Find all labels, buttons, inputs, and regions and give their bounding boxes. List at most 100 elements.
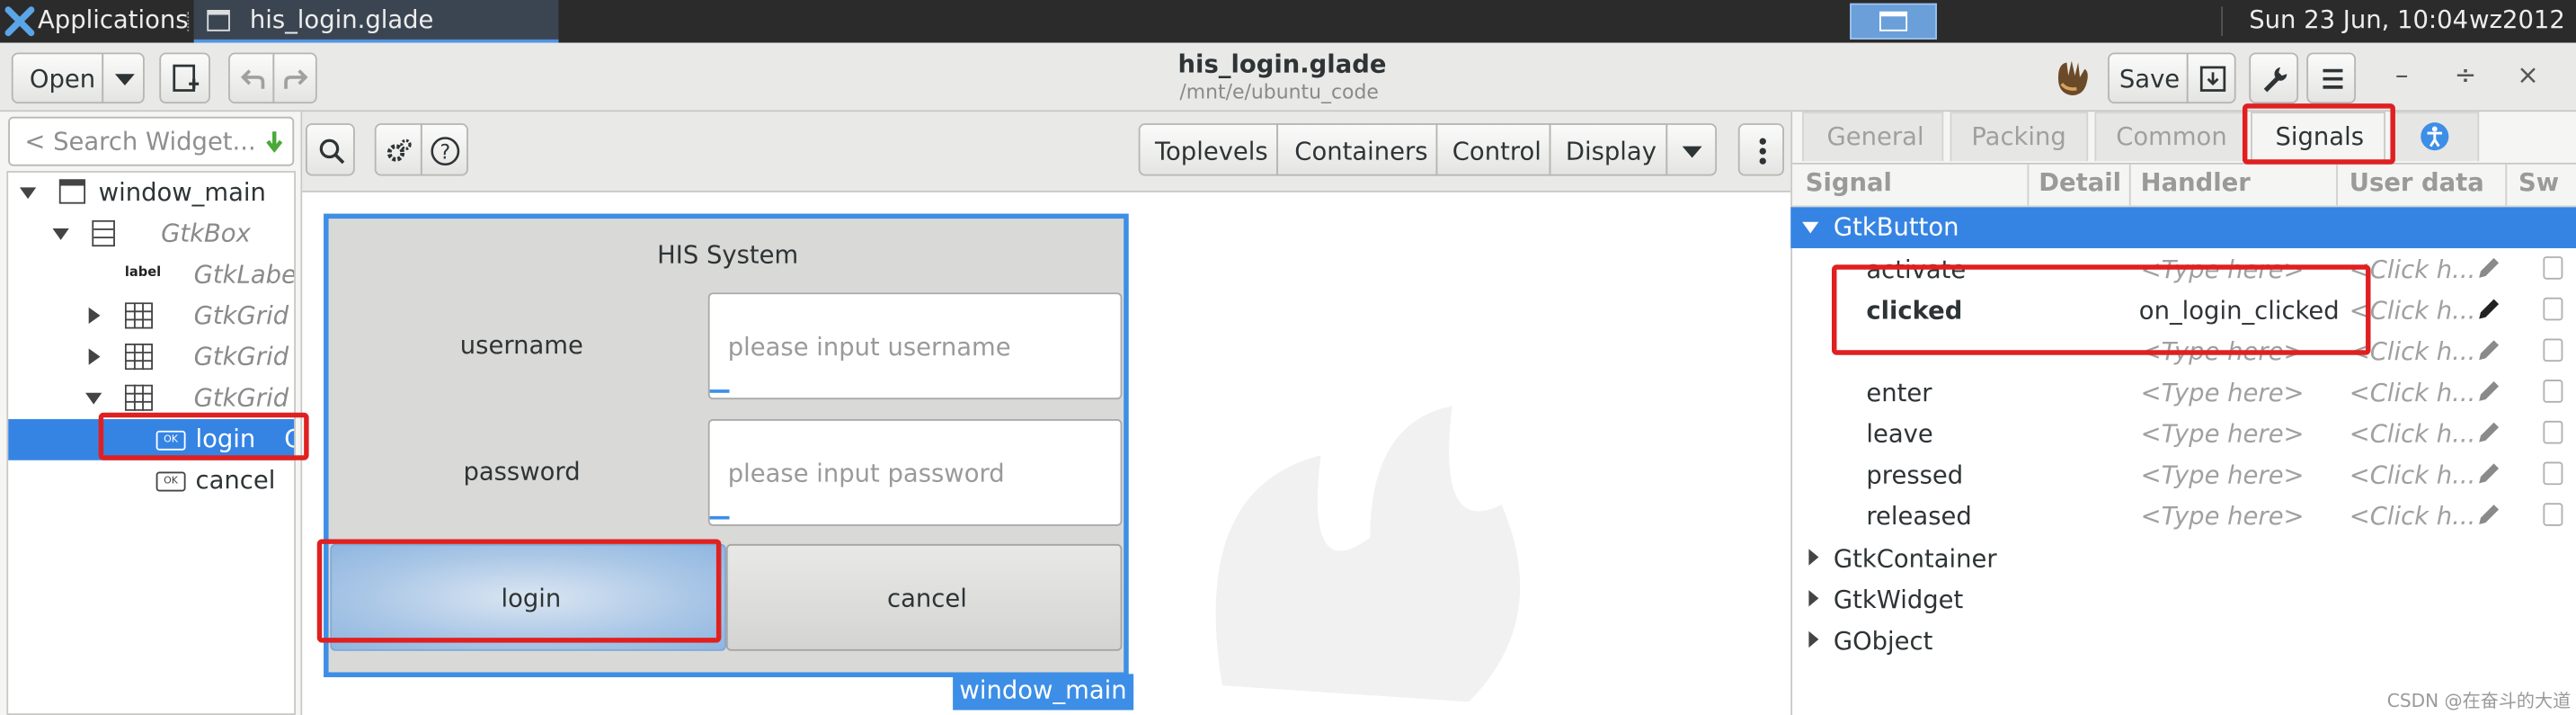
password-input[interactable]: please input password bbox=[728, 459, 1005, 488]
edit-pencil-icon[interactable] bbox=[2475, 419, 2501, 445]
minimize-icon[interactable]: – bbox=[2395, 59, 2409, 91]
tree-row-gtklabel[interactable]: label GtkLabe bbox=[8, 255, 294, 296]
redo-button[interactable] bbox=[272, 52, 317, 104]
search-widget-input[interactable]: < Search Widget... bbox=[24, 127, 255, 156]
username-label: username bbox=[459, 330, 583, 361]
inspect-button[interactable] bbox=[305, 123, 355, 176]
arrow-down-icon bbox=[266, 131, 283, 153]
username-entry[interactable]: please input username bbox=[707, 292, 1123, 400]
save-as-button[interactable] bbox=[2186, 52, 2236, 104]
open-recent-dropdown[interactable] bbox=[102, 52, 145, 104]
handler-field[interactable]: <Type here> bbox=[2141, 460, 2305, 490]
swap-checkbox[interactable] bbox=[2543, 420, 2563, 444]
tab-general[interactable]: General bbox=[1802, 112, 1944, 162]
label-icon: label bbox=[124, 264, 162, 280]
preferences-button[interactable] bbox=[2249, 52, 2299, 104]
cancel-button[interactable]: cancel bbox=[725, 543, 1123, 651]
palette-label: Toplevels bbox=[1154, 136, 1268, 166]
cancel-button-label: cancel bbox=[887, 583, 967, 613]
signal-row[interactable]: released <Type here> <Click h... bbox=[1790, 495, 2576, 536]
palette-containers[interactable]: Containers bbox=[1276, 123, 1438, 176]
username-input[interactable]: please input username bbox=[728, 332, 1011, 362]
signal-row[interactable]: leave <Type here> <Click h... bbox=[1790, 413, 2576, 454]
wrench-icon bbox=[2263, 67, 2287, 93]
signal-group-gtkwidget[interactable]: GtkWidget bbox=[1790, 578, 2576, 620]
signal-group-gobject[interactable]: GObject bbox=[1790, 620, 2576, 661]
edit-pencil-icon[interactable] bbox=[2475, 255, 2501, 281]
swap-checkbox[interactable] bbox=[2543, 297, 2563, 321]
glade-watermark-icon bbox=[1215, 406, 1521, 702]
tree-row-window-main[interactable]: window_main bbox=[8, 173, 294, 214]
group-label: GtkWidget bbox=[1833, 585, 1964, 615]
hamburger-icon bbox=[2323, 68, 2343, 89]
tree-row-gtkbox[interactable]: GtkBox bbox=[8, 214, 294, 255]
grid-icon bbox=[124, 343, 153, 371]
maximize-icon[interactable]: ÷ bbox=[2455, 59, 2477, 91]
tree-label: window_main bbox=[98, 177, 266, 208]
undo-button[interactable] bbox=[228, 52, 275, 104]
tab-accessibility[interactable] bbox=[2390, 112, 2480, 162]
column-handler[interactable]: Handler bbox=[2141, 167, 2251, 197]
signal-row[interactable]: pressed <Type here> <Click h... bbox=[1790, 453, 2576, 495]
group-label: GObject bbox=[1833, 626, 1933, 657]
handler-field[interactable]: <Type here> bbox=[2141, 378, 2305, 407]
new-project-button[interactable] bbox=[159, 52, 210, 104]
expander-collapsed-icon bbox=[88, 348, 101, 365]
text-cursor bbox=[709, 389, 730, 393]
swap-checkbox[interactable] bbox=[2543, 256, 2563, 280]
window-icon bbox=[207, 9, 230, 31]
editor-settings-button[interactable] bbox=[374, 123, 422, 176]
user-data-field[interactable]: <Click h... bbox=[2349, 460, 2476, 490]
tab-label: General bbox=[1826, 121, 1924, 152]
column-signal[interactable]: Signal bbox=[1806, 167, 1892, 197]
edit-pencil-icon[interactable] bbox=[2475, 337, 2501, 363]
xfce-menu-icon[interactable] bbox=[4, 4, 35, 38]
column-user-data[interactable]: User data bbox=[2349, 167, 2484, 197]
signal-row[interactable]: enter <Type here> <Click h... bbox=[1790, 371, 2576, 413]
signal-group-gtkbutton[interactable]: GtkButton bbox=[1790, 207, 2576, 248]
tab-common[interactable]: Common bbox=[2094, 112, 2246, 162]
password-entry[interactable]: please input password bbox=[707, 419, 1123, 526]
column-swap[interactable]: Sw bbox=[2518, 167, 2559, 197]
tree-row-gtkgrid[interactable]: GtkGrid bbox=[8, 296, 294, 337]
column-detail[interactable]: Detail bbox=[2039, 167, 2121, 197]
palette-display[interactable]: Display bbox=[1549, 123, 1668, 176]
tab-packing[interactable]: Packing bbox=[1950, 112, 2089, 162]
user-name[interactable]: wz2012 bbox=[2469, 4, 2565, 34]
help-button[interactable]: ? bbox=[420, 123, 468, 176]
close-icon[interactable]: × bbox=[2517, 59, 2539, 91]
edit-pencil-icon[interactable] bbox=[2475, 296, 2501, 322]
edit-pencil-icon[interactable] bbox=[2475, 501, 2501, 527]
swap-checkbox[interactable] bbox=[2543, 338, 2563, 362]
tree-row-gtkgrid[interactable]: GtkGrid bbox=[8, 337, 294, 379]
clock[interactable]: Sun 23 Jun, 10:04 bbox=[2249, 4, 2468, 34]
edit-pencil-icon[interactable] bbox=[2475, 460, 2501, 487]
save-button[interactable]: Save bbox=[2108, 52, 2189, 104]
palette-more-dropdown[interactable] bbox=[1666, 123, 1718, 176]
help-icon: ? bbox=[431, 137, 460, 166]
main-menu-button[interactable] bbox=[2306, 52, 2357, 104]
applications-menu[interactable]: Applications bbox=[38, 4, 189, 34]
swap-checkbox[interactable] bbox=[2543, 461, 2563, 486]
user-data-field[interactable]: <Click h... bbox=[2349, 378, 2476, 407]
tree-row-cancel[interactable]: OK cancel bbox=[8, 460, 294, 502]
palette-toplevels[interactable]: Toplevels bbox=[1138, 123, 1279, 176]
palette-control[interactable]: Control bbox=[1435, 123, 1551, 176]
vertical-dots-icon bbox=[1759, 138, 1766, 165]
user-data-field[interactable]: <Click h... bbox=[2349, 419, 2476, 449]
handler-field[interactable]: <Type here> bbox=[2141, 419, 2305, 449]
column-divider bbox=[2128, 164, 2131, 206]
signal-group-gtkcontainer[interactable]: GtkContainer bbox=[1790, 538, 2576, 579]
open-button[interactable]: Open bbox=[11, 52, 104, 104]
edit-pencil-icon[interactable] bbox=[2475, 378, 2501, 404]
column-divider bbox=[2336, 164, 2338, 206]
swap-checkbox[interactable] bbox=[2543, 503, 2563, 526]
tree-label: cancel bbox=[195, 465, 276, 496]
search-widget-field[interactable]: < Search Widget... bbox=[8, 116, 295, 166]
handler-field[interactable]: <Type here> bbox=[2141, 501, 2305, 531]
more-options-button[interactable] bbox=[1737, 123, 1784, 176]
user-data-field[interactable]: <Click h... bbox=[2349, 501, 2476, 531]
accessibility-icon bbox=[2421, 122, 2449, 151]
swap-checkbox[interactable] bbox=[2543, 380, 2563, 403]
workspace-switcher[interactable] bbox=[1850, 3, 1937, 40]
